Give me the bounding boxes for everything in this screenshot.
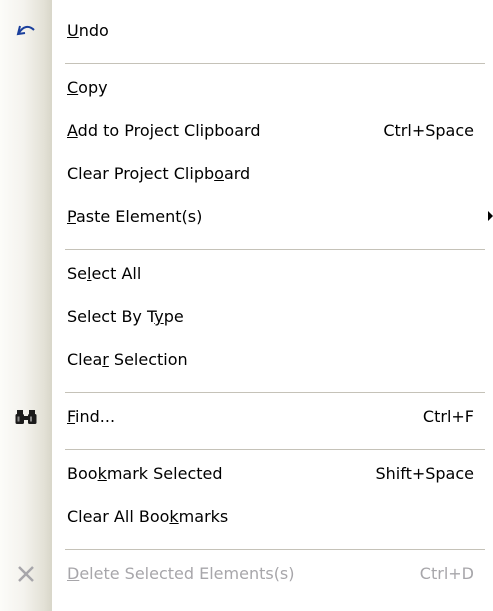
menu-item-label: Add to Project Clipboard (67, 121, 261, 140)
menu-separator (65, 449, 485, 450)
shortcut-label: Ctrl+D (419, 564, 474, 583)
undo-icon (0, 11, 52, 51)
menu-item-select-by-type[interactable]: Select By Type (0, 297, 493, 337)
menu-item-label: Delete Selected Elements(s) (67, 564, 295, 583)
submenu-arrow-icon (488, 211, 493, 221)
menu-item-label: Select By Type (67, 307, 184, 326)
shortcut-label: Ctrl+F (422, 407, 474, 426)
shortcut-label: Ctrl+Space (383, 121, 474, 140)
menu-separator (65, 63, 485, 64)
shortcut-label: Shift+Space (375, 464, 474, 483)
menu-item-label: Copy (67, 78, 108, 97)
menu-item-label: Undo (67, 21, 109, 40)
menu-separator (65, 392, 485, 393)
menu-item-label: Clear All Bookmarks (67, 507, 229, 526)
menu-item-delete-selected-elements[interactable]: Delete Selected Elements(s) Ctrl+D (0, 554, 493, 594)
menu-item-copy[interactable]: Copy (0, 68, 493, 108)
menu-separator (65, 249, 485, 250)
menu-item-bookmark-selected[interactable]: Bookmark Selected Shift+Space (0, 454, 493, 494)
menu-item-label: Select All (67, 264, 142, 283)
menu-item-clear-all-bookmarks[interactable]: Clear All Bookmarks (0, 497, 493, 537)
menu-item-clear-project-clipboard[interactable]: Clear Project Clipboard (0, 154, 493, 194)
binoculars-icon (0, 397, 52, 437)
menu-separator (65, 549, 485, 550)
delete-x-icon (0, 554, 52, 594)
menu-item-label: Clear Project Clipboard (67, 164, 251, 183)
menu-item-select-all[interactable]: Select All (0, 254, 493, 294)
edit-context-menu: Undo Copy Add to Project Clipboard Ctrl+… (0, 0, 493, 611)
menu-item-paste-elements[interactable]: Paste Element(s) (0, 197, 493, 237)
menu-item-label: Find... (67, 407, 116, 426)
menu-item-label: Paste Element(s) (67, 207, 203, 226)
menu-item-label: Clear Selection (67, 350, 188, 369)
menu-item-clear-selection[interactable]: Clear Selection (0, 340, 493, 380)
menu-item-label: Bookmark Selected (67, 464, 223, 483)
menu-item-undo[interactable]: Undo (0, 11, 493, 51)
menu-item-add-to-project-clipboard[interactable]: Add to Project Clipboard Ctrl+Space (0, 111, 493, 151)
menu-item-find[interactable]: Find... Ctrl+F (0, 397, 493, 437)
